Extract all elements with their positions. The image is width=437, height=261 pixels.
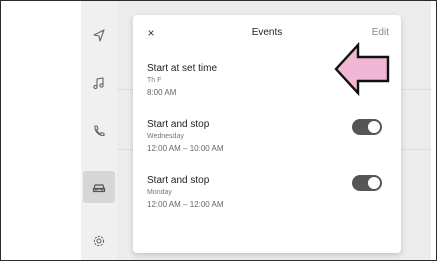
music-icon xyxy=(93,77,104,90)
event-days: Monday xyxy=(147,189,172,196)
sidebar-item-music[interactable] xyxy=(83,67,115,99)
event-item[interactable]: Start and stop Monday 12:00 AM – 12:00 A… xyxy=(147,175,392,225)
event-toggle[interactable] xyxy=(352,119,382,135)
phone-icon xyxy=(94,125,105,137)
event-item[interactable]: Start and stop Wednesday 12:00 AM – 10:0… xyxy=(147,119,392,169)
event-title: Start at set time xyxy=(147,63,218,74)
settings-gear-icon xyxy=(93,235,105,247)
callout-arrow-icon xyxy=(334,41,390,97)
event-title: Start and stop xyxy=(147,175,210,186)
event-days: Th F xyxy=(147,77,162,84)
sidebar xyxy=(81,1,117,260)
event-time: 12:00 AM – 12:00 AM xyxy=(147,200,224,209)
sidebar-item-navigation[interactable] xyxy=(83,19,115,51)
toggle-knob xyxy=(368,177,380,189)
event-time: 8:00 AM xyxy=(147,88,177,97)
sidebar-item-settings[interactable] xyxy=(83,225,115,257)
sidebar-item-phone[interactable] xyxy=(83,115,115,147)
navigation-icon xyxy=(93,29,105,42)
event-title: Start and stop xyxy=(147,119,210,130)
event-toggle[interactable] xyxy=(352,175,382,191)
car-icon xyxy=(92,184,106,193)
event-time: 12:00 AM – 10:00 AM xyxy=(147,144,224,153)
dialog-title: Events xyxy=(251,27,283,38)
event-days: Wednesday xyxy=(147,133,184,140)
figure-frame: × Events Edit Start at set time Th F 8:0… xyxy=(0,0,437,261)
toggle-knob xyxy=(368,121,380,133)
sidebar-item-vehicle[interactable] xyxy=(83,171,115,203)
edit-button[interactable]: Edit xyxy=(372,27,389,38)
